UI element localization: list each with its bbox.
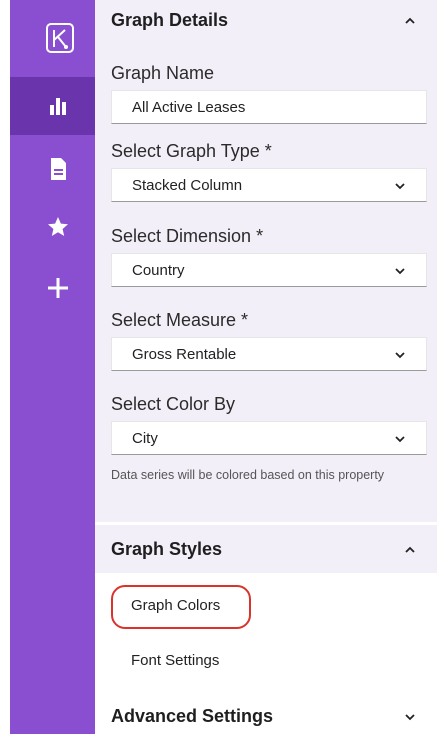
graph-settings-panel: Graph Details Graph Name All Active Leas… bbox=[95, 0, 437, 734]
dimension-value: Country bbox=[132, 262, 185, 279]
chevron-down-icon bbox=[395, 268, 405, 275]
chevron-down-icon bbox=[395, 352, 405, 359]
graph-styles-header[interactable]: Graph Styles bbox=[95, 525, 437, 573]
graph-type-label: Select Graph Type * bbox=[111, 141, 272, 161]
chevron-up-icon[interactable] bbox=[403, 14, 417, 28]
chevron-up-icon[interactable] bbox=[403, 543, 417, 557]
app-logo-icon[interactable] bbox=[45, 22, 75, 54]
advanced-settings-header[interactable]: Advanced Settings bbox=[95, 692, 437, 734]
graph-name-input[interactable]: All Active Leases bbox=[111, 90, 427, 124]
color-by-label: Select Color By bbox=[111, 394, 236, 414]
dimension-label: Select Dimension * bbox=[111, 226, 264, 246]
chevron-down-icon bbox=[395, 436, 405, 443]
measure-label: Select Measure * bbox=[111, 310, 249, 330]
measure-value: Gross Rentable bbox=[132, 346, 237, 363]
color-by-help-text: Data series will be colored based on thi… bbox=[111, 468, 385, 482]
advanced-settings-title: Advanced Settings bbox=[111, 706, 274, 726]
document-icon[interactable] bbox=[10, 157, 105, 186]
plus-icon[interactable] bbox=[10, 276, 105, 305]
color-by-select[interactable]: City bbox=[111, 421, 427, 455]
star-icon[interactable] bbox=[10, 215, 105, 244]
graph-type-value: Stacked Column bbox=[132, 177, 243, 194]
measure-select[interactable]: Gross Rentable bbox=[111, 337, 427, 371]
sidebar bbox=[10, 0, 105, 734]
graph-colors-item[interactable]: Graph Colors bbox=[131, 597, 220, 614]
graph-name-value: All Active Leases bbox=[132, 99, 246, 116]
chevron-down-icon[interactable] bbox=[403, 710, 417, 724]
color-by-value: City bbox=[132, 430, 158, 447]
chevron-down-icon bbox=[395, 183, 405, 190]
graph-details-header[interactable]: Graph Details bbox=[95, 0, 437, 42]
graph-styles-title: Graph Styles bbox=[111, 539, 223, 559]
graph-type-select[interactable]: Stacked Column bbox=[111, 168, 427, 202]
graph-name-label: Graph Name bbox=[111, 63, 215, 83]
bar-chart-icon[interactable] bbox=[10, 95, 105, 120]
graph-details-title: Graph Details bbox=[111, 10, 229, 30]
font-settings-item[interactable]: Font Settings bbox=[131, 652, 219, 669]
dimension-select[interactable]: Country bbox=[111, 253, 427, 287]
